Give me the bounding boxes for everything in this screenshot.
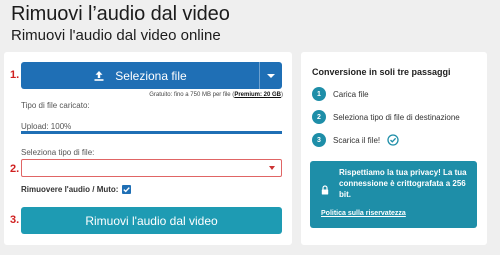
target-type-select[interactable]: [21, 159, 282, 177]
mute-option: Rimuovere l'audio / Muto:: [21, 185, 132, 194]
limits-suffix: ): [281, 92, 283, 98]
check-circle-icon: [387, 134, 399, 146]
mute-checkbox[interactable]: [122, 185, 132, 194]
mute-label: Rimuovere l'audio / Muto:: [21, 185, 119, 194]
limits-prefix: Gratuito: fino a 750 MB per file (: [149, 92, 235, 98]
chevron-down-icon: [269, 166, 275, 170]
step-marker-2: 2.: [10, 163, 20, 175]
upload-icon: [93, 70, 105, 82]
upload-progress-fill: [21, 131, 282, 134]
chevron-down-icon: [267, 73, 275, 78]
remove-audio-button[interactable]: Rimuovi l'audio dal video: [21, 207, 282, 234]
uploaded-type-label: Tipo di file caricato:: [21, 101, 90, 110]
step-marker-3: 3.: [10, 214, 20, 226]
checkmark-icon: [123, 187, 131, 193]
page-title: Rimuovi l’audio dal video: [11, 3, 230, 25]
step-marker-1: 1.: [10, 69, 20, 81]
select-file-main[interactable]: Seleziona file: [21, 62, 259, 89]
upload-status: Upload: 100%: [21, 122, 72, 131]
lock-icon: [321, 182, 329, 195]
step-item-1: 1 Carica file: [312, 87, 369, 101]
step-number-badge: 1: [312, 87, 326, 101]
step-number-badge: 3: [312, 133, 326, 147]
select-type-label: Seleziona tipo di file:: [21, 148, 95, 157]
steps-title: Conversione in soli tre passaggi: [312, 67, 451, 77]
privacy-text: Rispettiamo la tua privacy! La tua conne…: [339, 168, 467, 199]
step-label: Seleziona tipo di file di destinazione: [333, 112, 460, 122]
premium-link[interactable]: Premium: 20 GB: [234, 92, 281, 98]
step-label: Scarica il file!: [333, 135, 381, 145]
upload-progress-bar: [21, 131, 282, 134]
file-size-limits: Gratuito: fino a 750 MB per file (Premiu…: [100, 92, 283, 98]
privacy-notice: Rispettiamo la tua privacy! La tua conne…: [310, 161, 477, 228]
step-item-3: 3 Scarica il file!: [312, 133, 399, 147]
select-file-label: Seleziona file: [115, 68, 187, 83]
step-number-badge: 2: [312, 110, 326, 124]
select-file-button[interactable]: Seleziona file: [21, 62, 282, 89]
privacy-policy-link[interactable]: Politica sulla riservatezza: [321, 210, 406, 217]
select-source-dropdown[interactable]: [259, 62, 282, 89]
step-item-2: 2 Seleziona tipo di file di destinazione: [312, 110, 460, 124]
step-label: Carica file: [333, 89, 369, 99]
page-subtitle: Rimuovi l'audio dal video online: [11, 27, 221, 44]
